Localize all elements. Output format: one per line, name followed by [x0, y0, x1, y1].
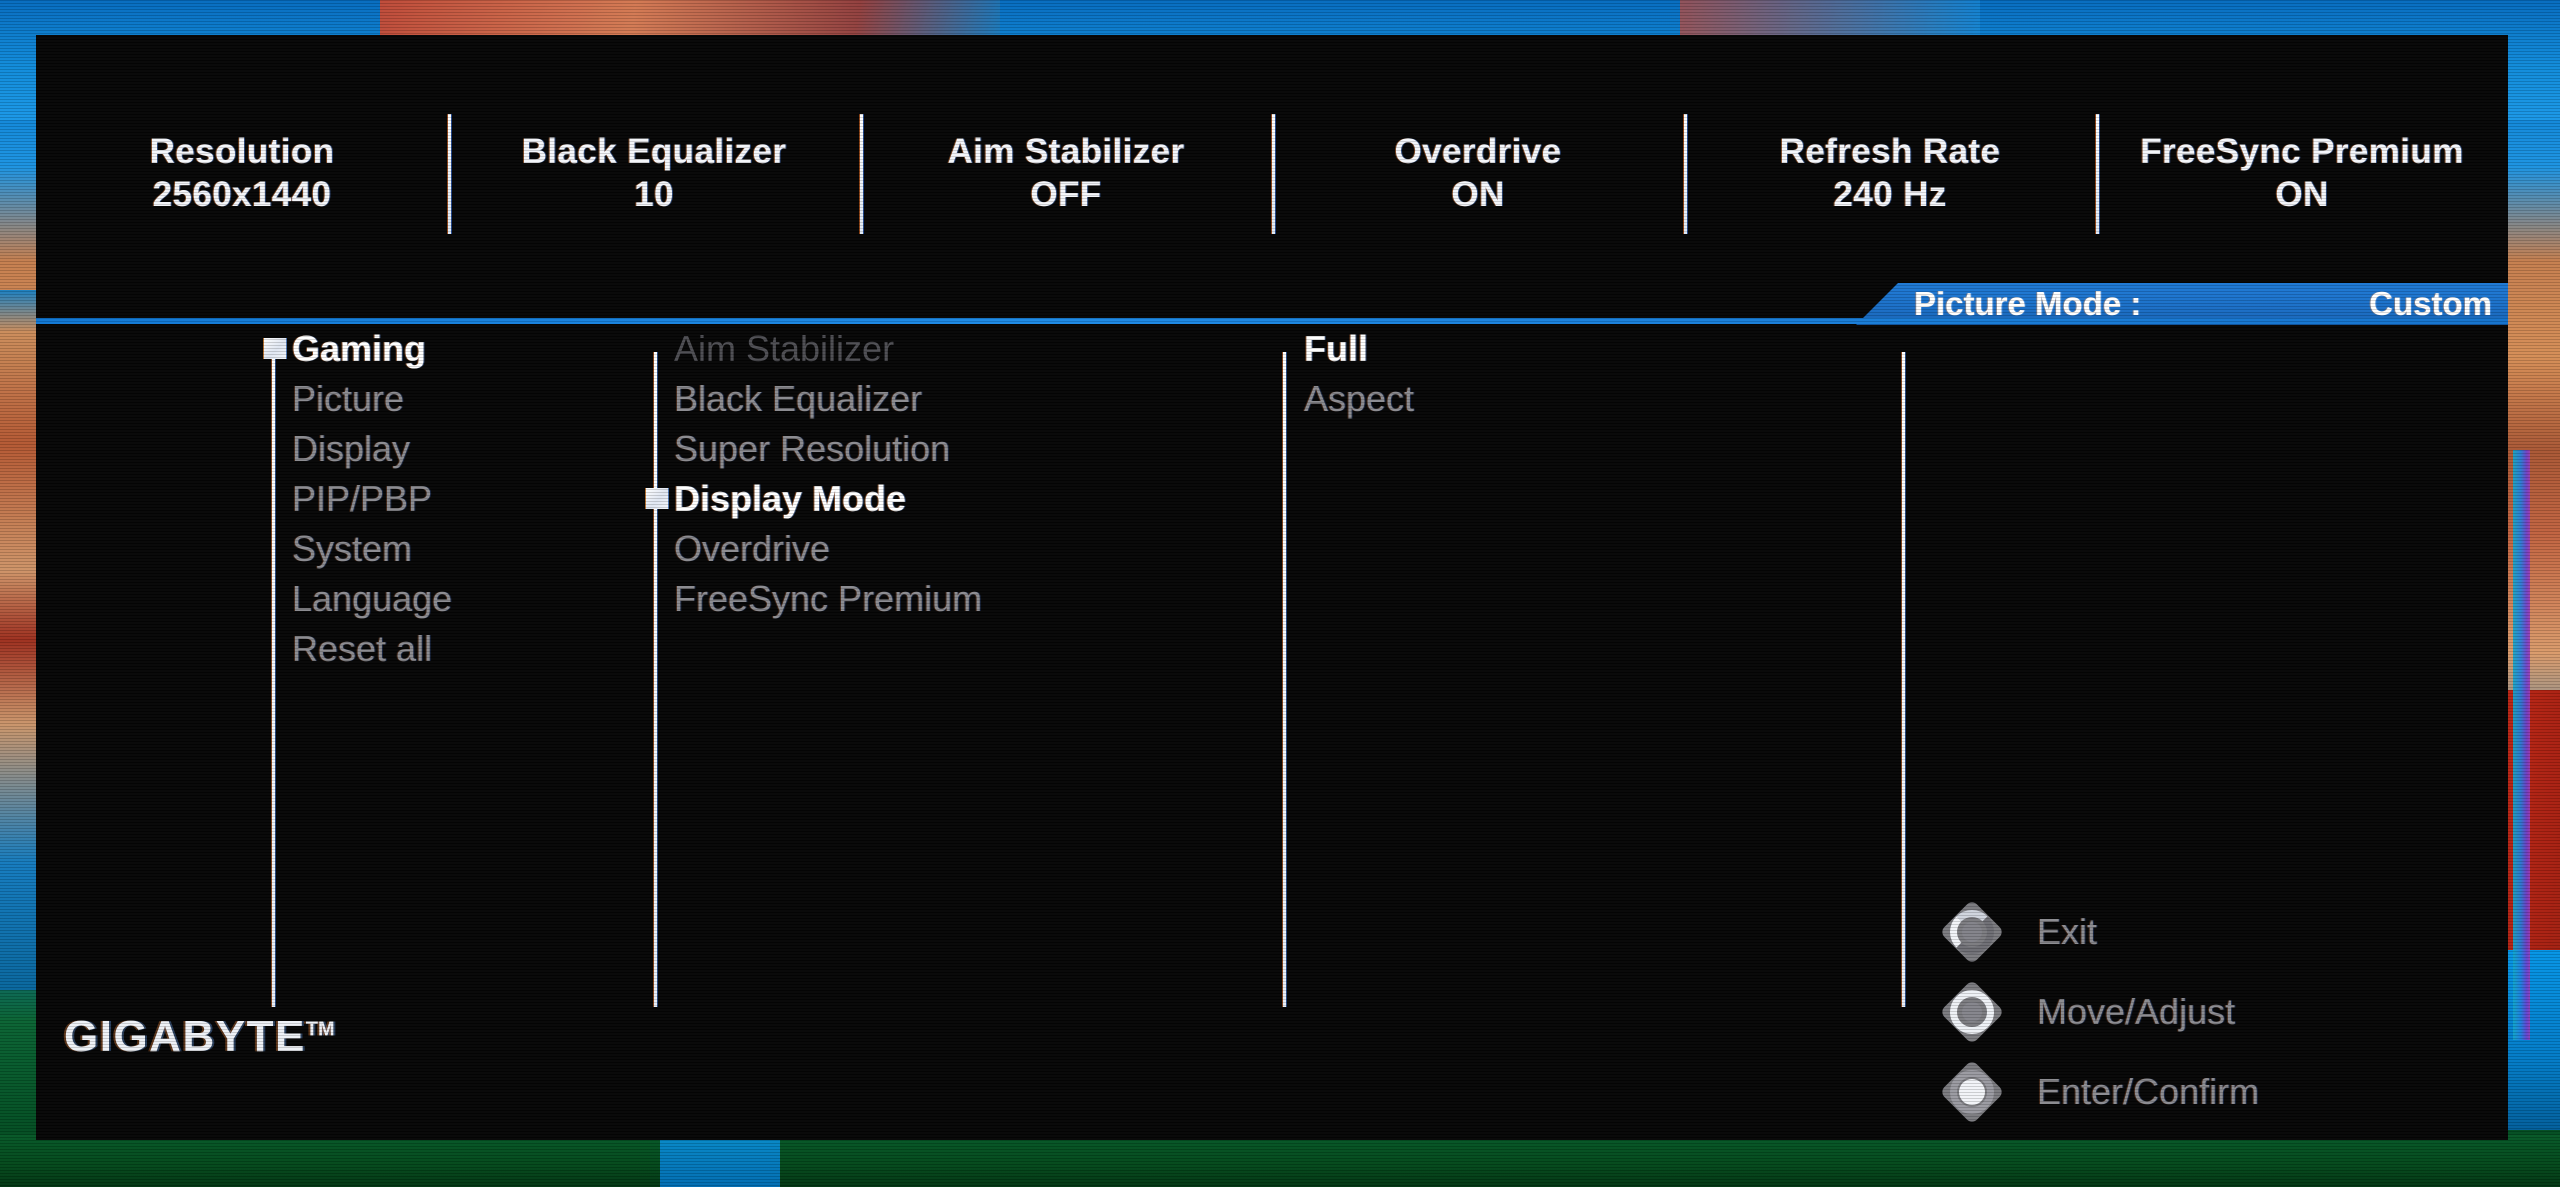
menu-column-display-mode-options: Full Aspect	[1246, 324, 1866, 424]
menu-item-label: Picture	[292, 378, 405, 419]
gigabyte-logo: GIGABYTETM	[64, 1012, 335, 1062]
menu-column-gaming-settings: Aim Stabilizer Black Equalizer Super Res…	[616, 324, 1256, 624]
control-legend: Exit Move/Adjust Enter/Confirm	[1939, 892, 2481, 1132]
status-item-overdrive: Overdrive ON	[1272, 131, 1684, 216]
menu-item-display[interactable]: Display	[234, 424, 634, 474]
status-value: 240 Hz	[1833, 175, 1947, 214]
panel-edge-artifact	[2513, 450, 2530, 1040]
menu-item-freesync-premium[interactable]: FreeSync Premium	[616, 574, 1256, 624]
brand-name: GIGABYTE	[64, 1012, 306, 1061]
status-label: FreeSync Premium	[2140, 132, 2464, 172]
legend-label: Exit	[2037, 911, 2098, 952]
menu-item-label: Aim Stabilizer	[674, 328, 895, 369]
osd-panel: Resolution 2560x1440 Black Equalizer 10 …	[36, 35, 2508, 1140]
status-label: Aim Stabilizer	[947, 132, 1185, 172]
menu-item-label: Gaming	[292, 328, 427, 369]
status-label: Black Equalizer	[521, 132, 787, 172]
monitor-screen: Resolution 2560x1440 Black Equalizer 10 …	[0, 0, 2560, 1187]
menu-item-label: Display	[292, 428, 411, 469]
background-grass-accent	[660, 1135, 780, 1187]
menu-item-label: Aspect	[1304, 378, 1415, 419]
menu-item-reset-all[interactable]: Reset all	[234, 624, 634, 674]
menu-item-picture[interactable]: Picture	[234, 374, 634, 424]
menu-item-label: Display Mode	[674, 478, 907, 519]
menu-item-gaming[interactable]: Gaming	[234, 324, 634, 374]
status-item-resolution: Resolution 2560x1440	[36, 131, 448, 216]
background-grass	[0, 1135, 2560, 1187]
trademark-symbol: TM	[305, 1018, 335, 1041]
status-label: Resolution	[149, 132, 335, 172]
menu-item-label: FreeSync Premium	[674, 578, 983, 619]
joystick-exit-icon	[1939, 899, 2005, 965]
joystick-move-icon	[1939, 979, 2005, 1045]
status-item-freesync-premium: FreeSync Premium ON	[2096, 131, 2508, 216]
legend-row-enter-confirm: Enter/Confirm	[1939, 1052, 2481, 1132]
menu-item-label: Reset all	[292, 628, 433, 669]
status-value: 2560x1440	[152, 175, 332, 214]
status-value: ON	[1451, 175, 1505, 214]
status-bar: Resolution 2560x1440 Black Equalizer 10 …	[36, 35, 2508, 313]
menu-item-super-resolution[interactable]: Super Resolution	[616, 424, 1256, 474]
legend-row-exit: Exit	[1939, 892, 2481, 972]
menu-item-label: Black Equalizer	[674, 378, 923, 419]
legend-label: Enter/Confirm	[2037, 1071, 2260, 1112]
menu-item-pip-pbp[interactable]: PIP/PBP	[234, 474, 634, 524]
selection-marker-icon	[264, 338, 286, 359]
status-value: 10	[634, 175, 674, 214]
menu-item-black-equalizer[interactable]: Black Equalizer	[616, 374, 1256, 424]
column-divider-3	[1283, 352, 1286, 1007]
menu-option-full[interactable]: Full	[1246, 324, 1866, 374]
status-item-aim-stabilizer: Aim Stabilizer OFF	[860, 131, 1272, 216]
status-label: Overdrive	[1394, 132, 1562, 172]
legend-row-move-adjust: Move/Adjust	[1939, 972, 2481, 1052]
menu-option-aspect[interactable]: Aspect	[1246, 374, 1866, 424]
menu-item-label: System	[292, 528, 413, 569]
selection-marker-icon	[646, 488, 668, 509]
menu-item-label: PIP/PBP	[292, 478, 433, 519]
status-label: Refresh Rate	[1779, 132, 2001, 172]
menu-item-display-mode[interactable]: Display Mode	[616, 474, 1256, 524]
status-item-refresh-rate: Refresh Rate 240 Hz	[1684, 131, 2096, 216]
joystick-confirm-icon	[1939, 1059, 2005, 1125]
legend-label: Move/Adjust	[2037, 991, 2236, 1032]
menu-item-system[interactable]: System	[234, 524, 634, 574]
status-value: ON	[2275, 175, 2329, 214]
menu-item-label: Full	[1304, 328, 1368, 369]
menu-item-aim-stabilizer[interactable]: Aim Stabilizer	[616, 324, 1256, 374]
menu-item-label: Language	[292, 578, 453, 619]
status-item-black-equalizer: Black Equalizer 10	[448, 131, 860, 216]
status-value: OFF	[1030, 175, 1102, 214]
menu-item-overdrive[interactable]: Overdrive	[616, 524, 1256, 574]
menu-item-label: Super Resolution	[674, 428, 951, 469]
menu-body: Gaming Picture Display PIP/PBP System La…	[36, 324, 2508, 1140]
menu-item-label: Overdrive	[674, 528, 831, 569]
menu-item-language[interactable]: Language	[234, 574, 634, 624]
menu-column-categories: Gaming Picture Display PIP/PBP System La…	[234, 324, 634, 674]
column-divider-4	[1902, 352, 1905, 1007]
